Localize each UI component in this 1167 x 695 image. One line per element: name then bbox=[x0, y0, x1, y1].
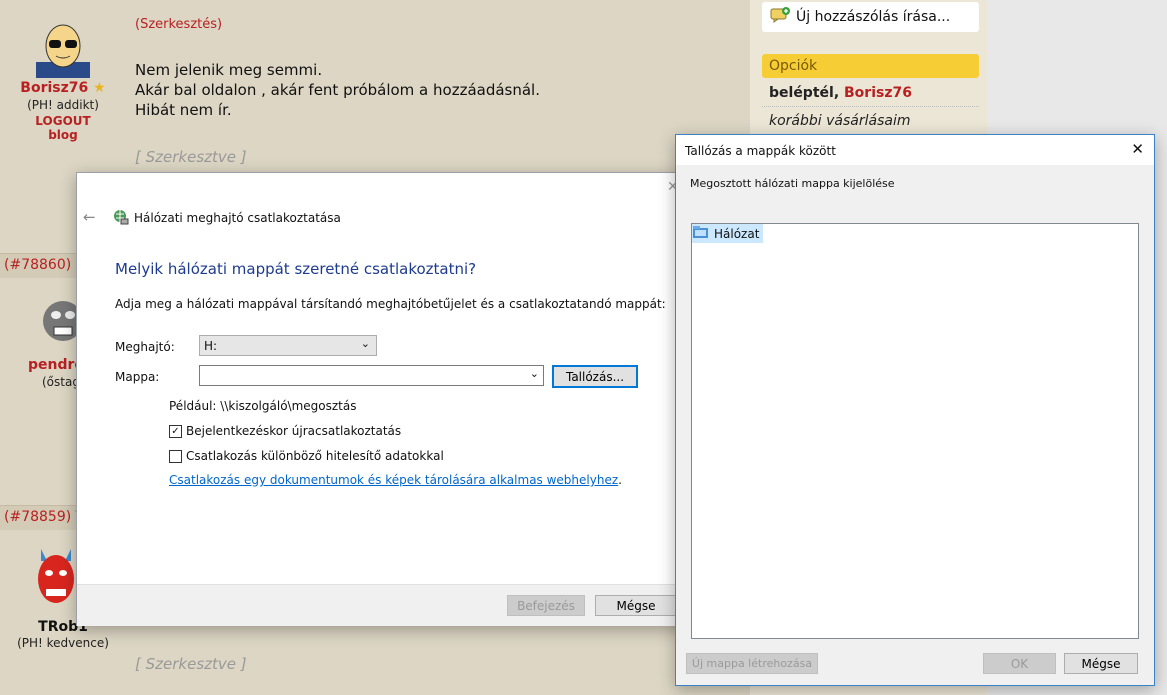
back-arrow-icon[interactable]: ← bbox=[83, 208, 96, 226]
post-line: Hibát nem ír. bbox=[135, 101, 232, 119]
folder-combobox[interactable]: ⌄ bbox=[199, 365, 544, 386]
reconnect-label: Bejelentkezéskor újracsatlakoztatás bbox=[186, 424, 402, 438]
options-header[interactable]: Opciók bbox=[762, 54, 979, 78]
folder-label: Mappa: bbox=[115, 370, 160, 384]
ok-button[interactable]: OK bbox=[983, 653, 1056, 674]
blog-link[interactable]: LOGOUT blog bbox=[20, 114, 106, 142]
website-link[interactable]: Csatlakozás egy dokumentumok és képek tá… bbox=[169, 473, 618, 487]
post-number-paren: ) bbox=[65, 257, 72, 273]
tree-item-label: Hálózat bbox=[714, 226, 760, 241]
cancel-button[interactable]: Mégse bbox=[1064, 653, 1138, 674]
chevron-down-icon: ⌄ bbox=[360, 337, 370, 350]
website-link-row: Csatlakozás egy dokumentumok és képek tá… bbox=[169, 473, 622, 487]
example-text: Például: \\kiszolgáló\megosztás bbox=[169, 399, 357, 413]
user-rank: (PH! addikt) bbox=[27, 98, 99, 112]
instruction-text: Megosztott hálózati mappa kijelölése bbox=[690, 177, 895, 190]
dialog-heading: Melyik hálózati mappát szeretné csatlako… bbox=[115, 260, 477, 278]
edited-marker[interactable]: [ Szerkesztve ] bbox=[135, 148, 247, 166]
browse-button[interactable]: Tallózás... bbox=[552, 365, 638, 388]
login-status: beléptél, Borisz76 bbox=[769, 85, 912, 101]
divider bbox=[762, 106, 979, 107]
avatar[interactable] bbox=[36, 22, 90, 82]
chevron-down-icon[interactable]: ⌄ bbox=[530, 367, 539, 380]
map-network-drive-dialog: ✕ ← Hálózati meghajtó csatlakoztatása Me… bbox=[76, 172, 688, 626]
edited-marker[interactable]: [ Szerkesztve ] bbox=[135, 655, 247, 673]
drive-label: Meghajtó: bbox=[115, 340, 175, 354]
finish-button[interactable]: Befejezés bbox=[507, 595, 585, 616]
close-icon[interactable]: ✕ bbox=[1131, 140, 1144, 158]
post-number[interactable]: #78860 bbox=[9, 257, 65, 273]
login-prefix: beléptél, bbox=[769, 85, 845, 101]
drive-value: H: bbox=[204, 339, 218, 353]
dialog-title: Tallózás a mappák között bbox=[685, 144, 836, 158]
post-line: Akár bal oldalon , akár fent próbálom a … bbox=[135, 81, 540, 99]
dialog-description: Adja meg a hálózati mappával társítandó … bbox=[115, 297, 666, 311]
credentials-checkbox-row[interactable]: Csatlakozás különböző hitelesítő adatokk… bbox=[169, 449, 444, 463]
dialog-titlebar: Tallózás a mappák között ✕ bbox=[676, 135, 1154, 165]
post-username[interactable]: Borisz76 ★ bbox=[20, 80, 106, 96]
link-period: . bbox=[618, 473, 622, 487]
post-line: Nem jelenik meg semmi. bbox=[135, 61, 323, 79]
user-rank: (PH! kedvence) bbox=[17, 636, 109, 650]
user-rank: (őstag bbox=[42, 375, 80, 389]
new-post-button[interactable]: Új hozzászólás írása... bbox=[762, 2, 979, 32]
network-drive-icon bbox=[113, 209, 129, 229]
post-number[interactable]: #78859 bbox=[9, 509, 65, 525]
network-folder-icon bbox=[692, 225, 710, 243]
login-username[interactable]: Borisz76 bbox=[844, 85, 912, 101]
options-label: Opciók bbox=[769, 58, 818, 74]
drive-select[interactable]: H: ⌄ bbox=[199, 335, 377, 356]
post-number-paren: ) bbox=[65, 509, 72, 525]
browse-folder-dialog: Tallózás a mappák között ✕ Megosztott há… bbox=[675, 134, 1155, 686]
avatar[interactable] bbox=[33, 545, 79, 619]
edit-link[interactable]: (Szerkesztés) bbox=[135, 17, 222, 32]
new-post-label: Új hozzászólás írása... bbox=[796, 9, 951, 25]
cancel-button[interactable]: Mégse bbox=[595, 595, 677, 616]
credentials-checkbox[interactable] bbox=[169, 449, 182, 463]
dialog-title: Hálózati meghajtó csatlakoztatása bbox=[134, 211, 341, 225]
tree-item-network[interactable]: Hálózat bbox=[692, 224, 764, 243]
purchases-link[interactable]: korábbi vásárlásaim bbox=[769, 113, 910, 129]
credentials-label: Csatlakozás különböző hitelesítő adatokk… bbox=[186, 449, 444, 463]
new-folder-button[interactable]: Új mappa létrehozása bbox=[686, 653, 818, 674]
folder-tree[interactable]: Hálózat bbox=[691, 223, 1139, 639]
reconnect-checkbox[interactable]: ✓ bbox=[169, 424, 182, 438]
star-icon: ★ bbox=[88, 80, 106, 96]
reconnect-checkbox-row[interactable]: ✓ Bejelentkezéskor újracsatlakoztatás bbox=[169, 424, 401, 438]
post-body: Nem jelenik meg semmi. Akár bal oldalon … bbox=[135, 60, 540, 120]
comment-add-icon bbox=[770, 7, 790, 27]
